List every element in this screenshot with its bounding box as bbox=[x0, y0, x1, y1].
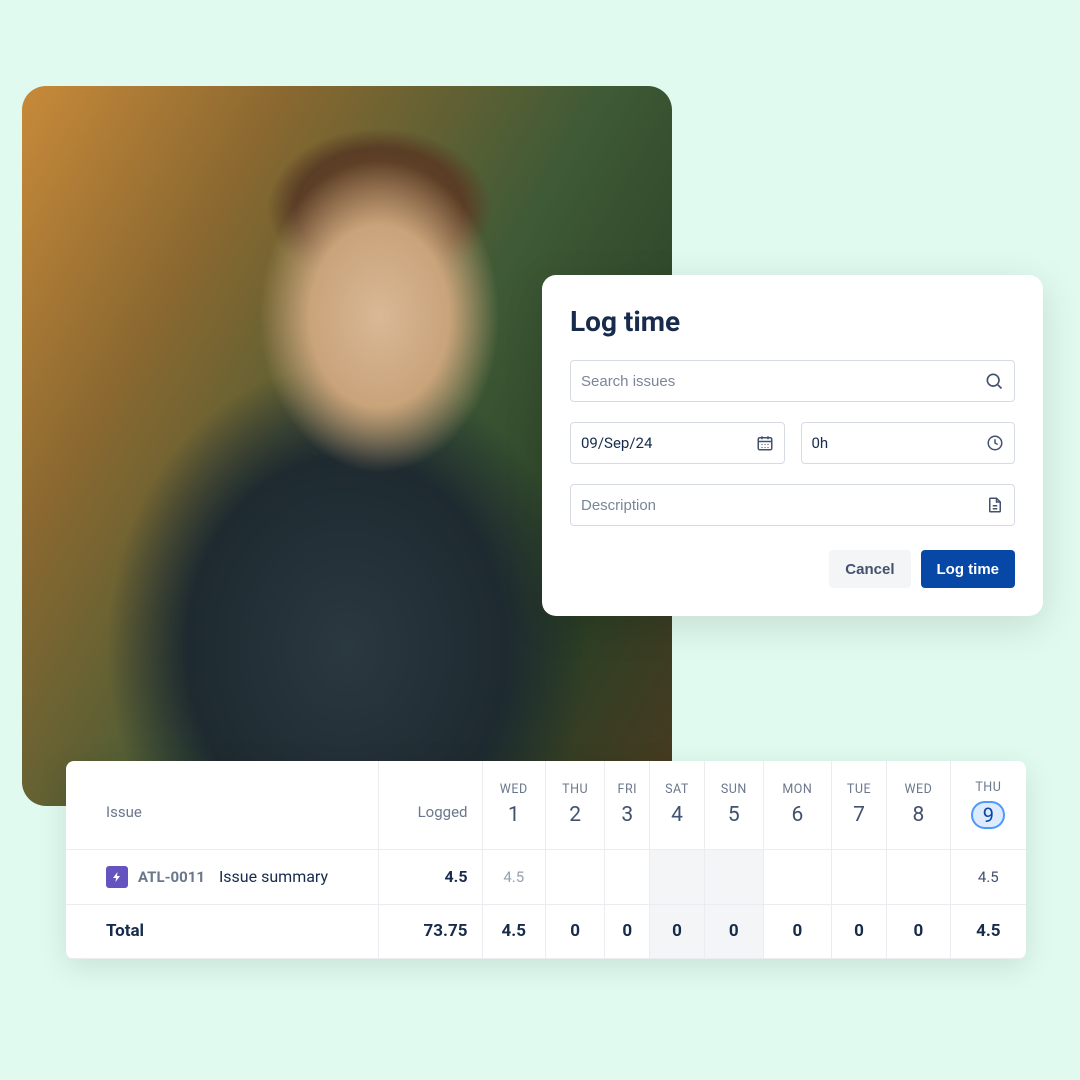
day-num: 1 bbox=[483, 803, 546, 827]
cell[interactable]: 4.5 bbox=[950, 849, 1026, 904]
day-dow: THU bbox=[546, 782, 604, 797]
day-dow: SAT bbox=[650, 782, 703, 797]
duration-field[interactable]: 0h bbox=[801, 422, 1016, 464]
day-num: 7 bbox=[832, 803, 886, 827]
clock-icon bbox=[986, 434, 1004, 452]
duration-value: 0h bbox=[812, 434, 987, 452]
timesheet: Issue Logged WED1THU2FRI3SAT4SUN5MON6TUE… bbox=[66, 761, 1026, 959]
description-field[interactable] bbox=[570, 484, 1015, 526]
description-input[interactable] bbox=[581, 497, 986, 514]
col-day-9: THU 9 bbox=[950, 761, 1026, 849]
col-day-6: MON 6 bbox=[763, 761, 831, 849]
timesheet-header-row: Issue Logged WED1THU2FRI3SAT4SUN5MON6TUE… bbox=[66, 761, 1026, 849]
total-cell: 4.5 bbox=[482, 904, 546, 958]
total-cell: 0 bbox=[704, 904, 763, 958]
document-icon bbox=[986, 496, 1004, 514]
issue-summary: Issue summary bbox=[219, 867, 328, 886]
total-row: Total 73.75 4.500000004.5 bbox=[66, 904, 1026, 958]
cell[interactable] bbox=[763, 849, 831, 904]
issue-key: ATL-0011 bbox=[138, 868, 205, 886]
cancel-button[interactable]: Cancel bbox=[829, 550, 910, 588]
issue-row[interactable]: ATL-0011 Issue summary 4.5 4.54.5 bbox=[66, 849, 1026, 904]
total-cell: 4.5 bbox=[950, 904, 1026, 958]
total-cell: 0 bbox=[605, 904, 650, 958]
day-dow: TUE bbox=[832, 782, 886, 797]
search-issues-input[interactable] bbox=[581, 373, 984, 390]
col-day-4: SAT 4 bbox=[650, 761, 704, 849]
total-label: Total bbox=[66, 904, 378, 958]
col-day-7: TUE 7 bbox=[831, 761, 886, 849]
day-dow: SUN bbox=[705, 782, 763, 797]
cell[interactable] bbox=[704, 849, 763, 904]
cell[interactable]: 4.5 bbox=[482, 849, 546, 904]
day-num: 3 bbox=[605, 803, 649, 827]
calendar-icon bbox=[756, 434, 774, 452]
col-day-8: WED 8 bbox=[887, 761, 951, 849]
col-day-5: SUN 5 bbox=[704, 761, 763, 849]
col-logged: Logged bbox=[378, 761, 482, 849]
day-dow: WED bbox=[483, 782, 546, 797]
total-cell: 0 bbox=[887, 904, 951, 958]
col-day-1: WED 1 bbox=[482, 761, 546, 849]
log-time-button[interactable]: Log time bbox=[921, 550, 1016, 588]
day-num: 8 bbox=[887, 803, 950, 827]
total-cell: 0 bbox=[763, 904, 831, 958]
search-icon bbox=[984, 371, 1004, 391]
total-cell: 0 bbox=[546, 904, 605, 958]
col-issue: Issue bbox=[66, 761, 378, 849]
cell[interactable] bbox=[650, 849, 704, 904]
day-num: 4 bbox=[650, 803, 703, 827]
day-num: 9 bbox=[971, 801, 1005, 829]
issue-cell: ATL-0011 Issue summary bbox=[66, 849, 378, 904]
col-day-2: THU 2 bbox=[546, 761, 605, 849]
timesheet-table: Issue Logged WED1THU2FRI3SAT4SUN5MON6TUE… bbox=[66, 761, 1026, 959]
cell[interactable] bbox=[605, 849, 650, 904]
date-value: 09/Sep/24 bbox=[581, 434, 756, 452]
cell[interactable] bbox=[887, 849, 951, 904]
day-dow: MON bbox=[764, 782, 831, 797]
issue-logged: 4.5 bbox=[378, 849, 482, 904]
day-dow: WED bbox=[887, 782, 950, 797]
col-day-3: FRI 3 bbox=[605, 761, 650, 849]
day-num: 6 bbox=[764, 803, 831, 827]
day-dow: FRI bbox=[605, 782, 649, 797]
search-issues-field[interactable] bbox=[570, 360, 1015, 402]
day-num: 2 bbox=[546, 803, 604, 827]
modal-title: Log time bbox=[570, 305, 1015, 338]
day-num: 5 bbox=[705, 803, 763, 827]
total-logged: 73.75 bbox=[378, 904, 482, 958]
day-dow: THU bbox=[951, 780, 1026, 795]
epic-icon bbox=[106, 866, 128, 888]
cell[interactable] bbox=[546, 849, 605, 904]
log-time-modal: Log time 09/Sep/24 0h bbox=[542, 275, 1043, 616]
date-field[interactable]: 09/Sep/24 bbox=[570, 422, 785, 464]
cell[interactable] bbox=[831, 849, 886, 904]
total-cell: 0 bbox=[831, 904, 886, 958]
total-cell: 0 bbox=[650, 904, 704, 958]
